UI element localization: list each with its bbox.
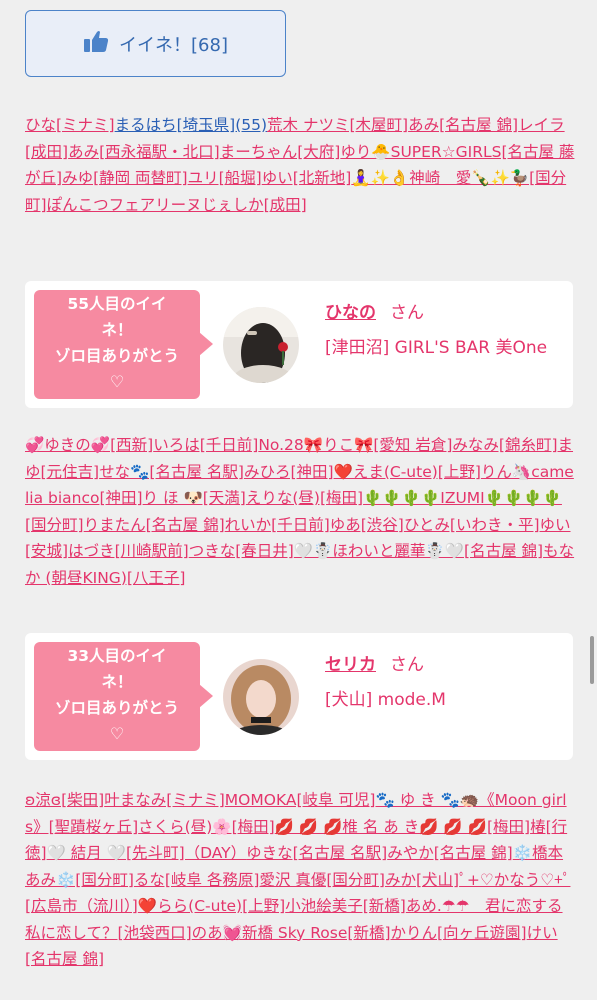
liked-by-name-link[interactable]: 小池絵美子[新橋] bbox=[285, 897, 406, 915]
bubble-line: 33人目のイイ bbox=[67, 647, 167, 665]
heart-icon: ♡ bbox=[109, 724, 125, 743]
liked-by-name-link[interactable]: みなみ[錦糸町] bbox=[452, 436, 557, 454]
liked-by-name-link[interactable]: れいか[千日前] bbox=[225, 516, 330, 534]
liked-by-name-link[interactable]: ぽんこつフェアリーヌじぇしか[成田] bbox=[47, 196, 307, 214]
liked-by-name-link[interactable]: いろは[千日前] bbox=[153, 436, 258, 454]
heart-icon: ♡ bbox=[109, 372, 125, 391]
liked-by-name-link[interactable]: ゆあ[渋谷] bbox=[330, 516, 404, 534]
thumbs-up-icon bbox=[83, 29, 119, 58]
bubble-line: ゾロ目ありがとう bbox=[54, 699, 179, 717]
milestone-card-2: 33人目のイイ ネ！ ゾロ目ありがとう ♡ セリカ さん [犬山] mode.M bbox=[25, 633, 573, 760]
liked-by-name-link[interactable]: あみ[西永福駅・北口] bbox=[68, 143, 220, 161]
liked-by-name-link[interactable]: ❤️えま(C-ute)[上野] bbox=[334, 463, 481, 481]
avatar[interactable] bbox=[223, 307, 299, 383]
liked-by-name-link[interactable]: あみ[名古屋 錦] bbox=[408, 116, 518, 134]
liked-by-name-link[interactable]: かりん[向ヶ丘遊園] bbox=[391, 924, 527, 942]
liked-by-name-link[interactable]: のあ💓新橋 Sky Rose[新橋] bbox=[192, 924, 391, 942]
liked-by-name-link[interactable]: 🤍 結月 🤍[先斗町]（DAY） bbox=[47, 844, 247, 862]
bubble-line: 55人目のイイ bbox=[67, 295, 167, 313]
bubble-line: ネ！ bbox=[101, 673, 133, 691]
liked-by-name-link[interactable]: り ほ 🐶[天満] bbox=[143, 489, 246, 507]
bubble-line: ゾロ目ありがとう bbox=[54, 347, 179, 365]
liked-by-name-link[interactable]: 叶まなみ[ミナミ] bbox=[104, 791, 225, 809]
cast-name-link[interactable]: セリカ bbox=[325, 655, 376, 675]
liked-by-list-3: ʚ涼ɞ[柴田]叶まなみ[ミナミ]MOMOKA[岐阜 可児]🐾 ゆ き 🐾🦔《Mo… bbox=[25, 787, 575, 973]
liked-by-name-link[interactable]: りまたん[名古屋 錦] bbox=[84, 516, 225, 534]
liked-by-name-link[interactable]: 荒木 ナツミ[木屋町] bbox=[267, 116, 408, 134]
honorific: さん bbox=[390, 303, 424, 323]
milestone-bubble: 33人目のイイ ネ！ ゾロ目ありがとう ♡ bbox=[34, 642, 213, 751]
like-button-label: イイネ！[68] bbox=[119, 34, 228, 56]
shop-name: [犬山] mode.M bbox=[325, 690, 446, 710]
liked-by-name-link[interactable]: つきな[春日井] bbox=[189, 542, 294, 560]
bubble-line: ネ！ bbox=[101, 321, 133, 339]
liked-by-name-link[interactable]: ゆい[北新地] bbox=[262, 169, 352, 187]
milestone-bubble: 55人目のイイ ネ！ ゾロ目ありがとう ♡ bbox=[34, 290, 213, 399]
liked-by-name-link[interactable]: ❤️らら(C-ute)[上野] bbox=[138, 897, 285, 915]
liked-by-name-link[interactable]: 愛沢 真優[国分町] bbox=[259, 871, 385, 889]
liked-by-name-link[interactable]: はづき[川崎駅前] bbox=[68, 542, 189, 560]
scrollbar[interactable] bbox=[590, 636, 594, 684]
avatar[interactable] bbox=[223, 659, 299, 735]
shop-name: [津田沼] GIRL'S BAR 美One bbox=[325, 338, 548, 358]
liked-by-name-link[interactable]: ゆきな[名古屋 名駅] bbox=[246, 844, 387, 862]
like-button[interactable]: イイネ！[68] bbox=[25, 10, 286, 77]
liked-by-name-link[interactable]: 💞ゆきの💞[西新] bbox=[25, 436, 153, 454]
liked-by-name-link[interactable]: 🤍☃️ほわいと麗華☃️🤍[名古屋 錦] bbox=[294, 542, 543, 560]
liked-by-name-link[interactable]: えりな(昼)[梅田] bbox=[246, 489, 363, 507]
liked-by-name-link[interactable]: るな[岐阜 各務原] bbox=[134, 871, 260, 889]
liked-by-name-link[interactable]: MOMOKA[岐阜 可児] bbox=[225, 791, 376, 809]
liked-by-name-link[interactable]: まるはち[埼玉県](55) bbox=[115, 116, 267, 134]
liked-by-name-link[interactable]: まーちゃん[大府] bbox=[220, 143, 341, 161]
milestone-card-1: 55人目のイイ ネ！ ゾロ目ありがとう ♡ ひなの さん [津田沼] GIRL'S… bbox=[25, 281, 573, 408]
honorific: さん bbox=[390, 655, 424, 675]
liked-by-name-link[interactable]: さくら(昼)🌸[梅田] bbox=[138, 818, 275, 836]
liked-by-name-link[interactable]: ʚ涼ɞ[柴田] bbox=[25, 791, 104, 809]
liked-by-name-link[interactable]: 💋 💋 💋椎 名 あ き💋 💋 💋[梅田] bbox=[275, 818, 530, 836]
liked-by-list-1: ひな[ミナミ]まるはち[埼玉県](55)荒木 ナツミ[木屋町]あみ[名古屋 錦]… bbox=[25, 112, 575, 218]
liked-by-name-link[interactable]: せな🐾[名古屋 名駅] bbox=[99, 463, 244, 481]
liked-by-name-link[interactable]: みか[犬山] bbox=[385, 871, 459, 889]
liked-by-name-link[interactable]: ユリ[船堀] bbox=[188, 169, 262, 187]
liked-by-name-link[interactable]: みゆ[静岡 両替町] bbox=[62, 169, 188, 187]
liked-by-name-link[interactable]: ひな[ミナミ] bbox=[25, 116, 115, 134]
liked-by-name-link[interactable]: みやか[名古屋 錦] bbox=[387, 844, 513, 862]
liked-by-list-2: 💞ゆきの💞[西新]いろは[千日前]No.28🎀りこ🎀[愛知 岩倉]みなみ[錦糸町… bbox=[25, 432, 575, 591]
liked-by-name-link[interactable]: みひろ[神田] bbox=[244, 463, 334, 481]
cast-name-link[interactable]: ひなの bbox=[325, 303, 376, 323]
liked-by-name-link[interactable]: ひとみ[いわき・平] bbox=[404, 516, 540, 534]
liked-by-name-link[interactable]: No.28🎀りこ🎀[愛知 岩倉] bbox=[258, 436, 452, 454]
